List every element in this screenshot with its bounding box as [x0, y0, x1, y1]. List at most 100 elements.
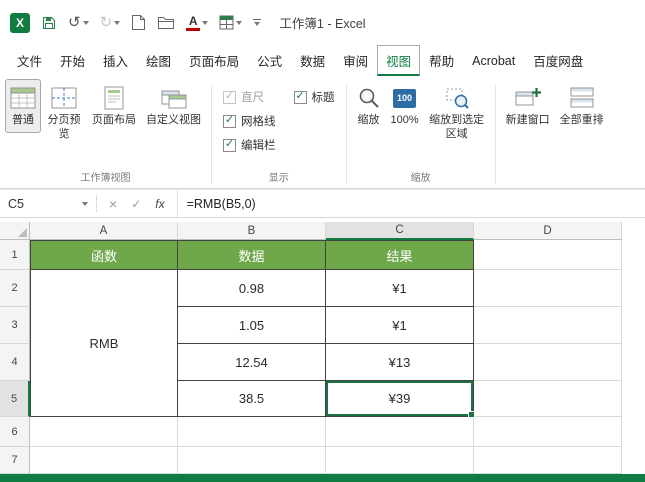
undo-button[interactable]: ↺: [68, 15, 89, 30]
select-all-corner[interactable]: [0, 222, 30, 240]
cell-D4[interactable]: [474, 344, 622, 381]
tab-draw[interactable]: 绘图: [137, 45, 180, 76]
zoom-to-selection-button[interactable]: 缩放到选定区域: [424, 79, 490, 147]
cell-B4[interactable]: 12.54: [178, 344, 326, 381]
zoom-100-button[interactable]: 100 100%: [386, 79, 424, 133]
cell-B6[interactable]: [178, 417, 326, 447]
gridlines-checkbox[interactable]: ✓ 网格线: [223, 113, 276, 129]
row-header-7[interactable]: 7: [0, 447, 30, 474]
cell-A6[interactable]: [30, 417, 178, 447]
gridlines-label: 网格线: [241, 116, 276, 128]
col-header-c[interactable]: C: [326, 222, 474, 240]
tab-formulas[interactable]: 公式: [248, 45, 291, 76]
col-header-d[interactable]: D: [474, 222, 622, 240]
arrange-all-icon: [569, 86, 595, 110]
formula-input[interactable]: =RMB(B5,0): [176, 190, 645, 217]
col-header-b[interactable]: B: [178, 222, 326, 240]
cell-B7[interactable]: [178, 447, 326, 474]
formula-bar-checkbox[interactable]: ✓ 编辑栏: [223, 137, 276, 153]
insert-function-button[interactable]: fx: [155, 197, 164, 211]
cell-B5[interactable]: 38.5: [178, 381, 326, 417]
page-break-preview-button[interactable]: 分页预览: [41, 79, 87, 147]
arrange-all-button[interactable]: 全部重排: [555, 79, 609, 133]
tab-review[interactable]: 审阅: [334, 45, 377, 76]
normal-view-label: 普通: [12, 114, 34, 126]
cell-C6[interactable]: [326, 417, 474, 447]
col-header-a[interactable]: A: [30, 222, 178, 240]
borders-button[interactable]: [219, 15, 243, 30]
new-file-button[interactable]: [131, 14, 146, 31]
normal-view-icon: [10, 86, 36, 110]
show-group-label: 显示: [268, 173, 289, 184]
arrange-all-label: 全部重排: [559, 114, 604, 126]
ribbon: 普通 分页预览 页面布局 自定义视图 工作簿视图 ✓ 直尺 ✓ 标题 ✓ 网格线…: [0, 76, 645, 189]
cell-A1[interactable]: 函数: [30, 240, 178, 270]
tab-file[interactable]: 文件: [8, 45, 51, 76]
row-header-3[interactable]: 3: [0, 307, 30, 344]
zoom-group: 缩放 100 100% 缩放到选定区域 缩放: [349, 79, 493, 188]
cell-D1[interactable]: [474, 240, 622, 270]
cell-D6[interactable]: [474, 417, 622, 447]
zoom-to-selection-label: 缩放到选定区域: [429, 114, 485, 140]
tab-insert[interactable]: 插入: [94, 45, 137, 76]
row-header-1[interactable]: 1: [0, 240, 30, 270]
cell-C5-selected[interactable]: ¥39: [326, 381, 475, 418]
open-file-button[interactable]: [157, 15, 175, 30]
checkbox-check-icon: ✓: [224, 114, 235, 126]
checkbox-check-icon: ✓: [224, 138, 235, 150]
tab-page-layout[interactable]: 页面布局: [180, 45, 248, 76]
zoom-button[interactable]: 缩放: [352, 79, 386, 133]
redo-icon: ↻: [99, 13, 113, 31]
name-box[interactable]: C5: [0, 190, 96, 217]
cell-B3[interactable]: 1.05: [178, 307, 326, 344]
tab-baidu-netdisk[interactable]: 百度网盘: [524, 45, 592, 76]
cell-D2[interactable]: [474, 270, 622, 307]
chevron-down-icon: [254, 22, 261, 26]
tab-home[interactable]: 开始: [51, 45, 94, 76]
tab-help[interactable]: 帮助: [420, 45, 463, 76]
cell-A7[interactable]: [30, 447, 178, 474]
chevron-down-icon: [82, 201, 88, 206]
custom-views-button[interactable]: 自定义视图: [141, 79, 206, 133]
cell-D5[interactable]: [474, 381, 622, 417]
font-color-button[interactable]: A: [186, 15, 209, 31]
normal-view-button[interactable]: 普通: [5, 79, 41, 133]
headings-checkbox[interactable]: ✓ 标题: [293, 89, 335, 105]
cell-C4[interactable]: ¥13: [326, 344, 474, 381]
redo-button[interactable]: ↻: [100, 15, 121, 30]
cell-B1[interactable]: 数据: [178, 240, 326, 270]
ruler-checkbox[interactable]: ✓ 直尺: [223, 89, 276, 105]
cell-C5-value: ¥39: [388, 391, 411, 406]
cell-D3[interactable]: [474, 307, 622, 344]
quick-access-toolbar: X ↺ ↻ A: [10, 0, 262, 45]
page-layout-view-button[interactable]: 页面布局: [87, 79, 141, 133]
cell-C1[interactable]: 结果: [326, 240, 474, 270]
ruler-label: 直尺: [241, 92, 264, 104]
save-button[interactable]: [41, 15, 57, 31]
row-header-2[interactable]: 2: [0, 270, 30, 307]
cell-A2-A5-merged[interactable]: RMB: [30, 270, 178, 417]
tab-data[interactable]: 数据: [291, 45, 334, 76]
cell-C3[interactable]: ¥1: [326, 307, 474, 344]
cell-C2[interactable]: ¥1: [326, 270, 474, 307]
save-icon: [43, 16, 55, 29]
row-header-6[interactable]: 6: [0, 417, 30, 447]
formula-bar-label: 编辑栏: [241, 140, 276, 152]
new-window-button[interactable]: 新建窗口: [501, 79, 555, 133]
row-header-5[interactable]: 5: [0, 381, 30, 417]
font-color-icon: A: [186, 15, 201, 31]
new-window-label: 新建窗口: [505, 114, 550, 126]
row-header-4[interactable]: 4: [0, 344, 30, 381]
enter-button[interactable]: ✓: [131, 198, 141, 210]
tab-view[interactable]: 视图: [377, 45, 421, 76]
cell-D7[interactable]: [474, 447, 622, 474]
fill-handle[interactable]: [468, 411, 475, 418]
chevron-down-icon: [114, 20, 121, 25]
zoom-group-label: 缩放: [410, 173, 431, 184]
tab-acrobat[interactable]: Acrobat: [463, 48, 524, 74]
customize-toolbar-button[interactable]: [253, 19, 262, 26]
cell-C7[interactable]: [326, 447, 474, 474]
cell-B2[interactable]: 0.98: [178, 270, 326, 307]
customize-toolbar-icon: [253, 19, 262, 20]
cancel-button[interactable]: ×: [109, 197, 117, 211]
